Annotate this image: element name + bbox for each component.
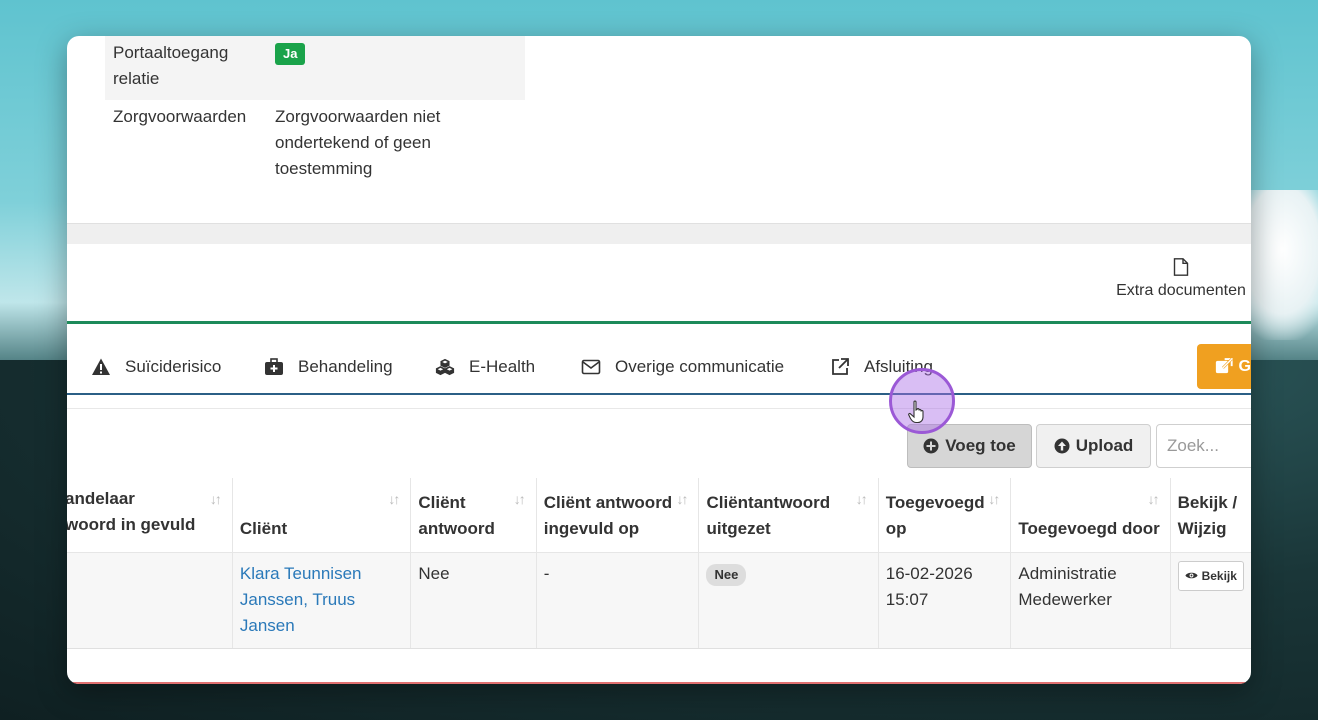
column-header-label: Cliënt antwoord	[418, 492, 495, 538]
orange-action-button[interactable]: G	[1197, 344, 1251, 389]
info-value: Ja	[269, 36, 525, 100]
warning-icon	[92, 358, 110, 375]
tab-other-communication[interactable]: Overige communicatie	[581, 357, 784, 377]
tab-ehealth[interactable]: E-Health	[435, 357, 535, 377]
column-header-added-by[interactable]: Toegevoegd door ↓↑	[1010, 478, 1171, 553]
sort-icon[interactable]: ↓↑	[676, 486, 688, 512]
plus-circle-icon	[923, 438, 939, 454]
section-divider	[67, 223, 1251, 244]
view-button[interactable]: Bekijk	[1177, 560, 1244, 591]
info-value: Zorgvoorwaarden niet ondertekend of geen…	[275, 107, 441, 178]
eye-icon	[1184, 572, 1198, 579]
column-header-label: Cliëntantwoord uitgezet	[706, 492, 831, 538]
cell-therapist	[67, 552, 233, 649]
external-link-icon	[832, 358, 849, 375]
hand-pointer-icon	[908, 400, 924, 424]
cell-added-by: Administratie Medewerker	[1010, 552, 1171, 649]
cell-view-edit: Bekijk	[1170, 552, 1251, 649]
extra-documents-label: Extra documenten	[1116, 282, 1246, 299]
column-header-answered-on[interactable]: Cliënt antwoord ingevuld op ↓↑	[536, 478, 700, 553]
sort-icon[interactable]: ↓↑	[988, 486, 1000, 512]
envelope-icon	[581, 359, 601, 375]
tab-label: Behandeling	[298, 357, 393, 376]
table-row: Klara Teunnisen Janssen, Truus Jansen Ne…	[67, 552, 1251, 649]
cell-client-answer: Nee	[410, 552, 537, 649]
view-button-label: Bekijk	[1201, 568, 1237, 583]
tab-bar: Suïciderisico Behandeling E-Health Overi…	[67, 336, 1251, 395]
client-link[interactable]: Klara Teunnisen Janssen, Truus Jansen	[240, 564, 362, 635]
bottom-border	[67, 682, 1251, 684]
column-header-therapist[interactable]: andelaar woord in gevuld ↓↑	[67, 478, 233, 553]
table-header-row: andelaar woord in gevuld ↓↑ Cliënt ↓↑ Cl…	[67, 478, 1251, 553]
cell-answer-disabled: Nee	[698, 552, 879, 649]
column-header-added-on[interactable]: Toegevoegd op ↓↑	[878, 478, 1012, 553]
orange-button-label: G	[1238, 357, 1251, 375]
column-header-view-edit: Bekijk / Wijzig	[1170, 478, 1251, 553]
upload-button[interactable]: Upload	[1036, 424, 1151, 468]
sort-icon[interactable]: ↓↑	[1148, 486, 1160, 512]
medkit-icon	[265, 358, 283, 375]
info-label: Portaaltoegang relatie	[113, 43, 229, 88]
app-window: Portaaltoegang relatie Ja Zorgvoorwaarde…	[67, 36, 1251, 684]
tab-label: Overige communicatie	[615, 357, 785, 376]
search-input[interactable]: Zoek...	[1156, 424, 1251, 468]
column-header-label: Cliënt	[239, 518, 288, 538]
tab-label: Suïciderisico	[125, 357, 222, 376]
column-header-client-answer[interactable]: Cliënt antwoord ↓↑	[410, 478, 537, 553]
column-header-label: andelaar woord in gevuld	[67, 489, 196, 534]
column-header-answer-disabled[interactable]: Cliëntantwoord uitgezet ↓↑	[698, 478, 879, 553]
sort-icon[interactable]: ↓↑	[514, 486, 526, 512]
sort-icon[interactable]: ↓↑	[856, 486, 868, 512]
sort-icon[interactable]: ↓↑	[210, 486, 222, 512]
column-header-label: Cliënt antwoord ingevuld op	[543, 492, 673, 538]
arrow-up-circle-icon	[1054, 438, 1070, 454]
column-header-label: Toegevoegd door	[1018, 518, 1160, 538]
add-button-label: Voeg toe	[945, 436, 1016, 455]
info-row-conditions: Zorgvoorwaarden Zorgvoorwaarden niet ond…	[105, 100, 525, 190]
cell-answered-on: -	[536, 552, 700, 649]
external-link-icon	[1215, 357, 1233, 373]
cell-added-on: 16-02-2026 15:07	[878, 552, 1012, 649]
table-toolbar: Voeg toe Upload Zoek...	[67, 408, 1251, 479]
cubes-icon	[435, 358, 455, 376]
info-label: Zorgvoorwaarden	[113, 107, 247, 126]
status-badge: Nee	[706, 563, 747, 586]
tab-treatment[interactable]: Behandeling	[264, 357, 393, 377]
info-row-portal: Portaaltoegang relatie Ja	[105, 36, 525, 100]
tab-label: E-Health	[469, 357, 536, 376]
document-icon	[1173, 258, 1189, 276]
sort-icon[interactable]: ↓↑	[388, 486, 400, 512]
extra-documents-link[interactable]: Extra documenten	[1111, 258, 1251, 300]
documents-table: andelaar woord in gevuld ↓↑ Cliënt ↓↑ Cl…	[67, 478, 1251, 649]
upload-button-label: Upload	[1075, 436, 1134, 455]
green-separator	[67, 321, 1251, 324]
column-header-label: Toegevoegd op	[885, 492, 985, 538]
yes-badge: Ja	[275, 43, 306, 65]
client-info-table: Portaaltoegang relatie Ja Zorgvoorwaarde…	[105, 36, 525, 190]
tab-suicide-risk[interactable]: Suïciderisico	[91, 357, 221, 377]
column-header-label: Bekijk / Wijzig	[1177, 492, 1238, 538]
column-header-client[interactable]: Cliënt ↓↑	[232, 478, 412, 553]
cell-client: Klara Teunnisen Janssen, Truus Jansen	[232, 552, 412, 649]
